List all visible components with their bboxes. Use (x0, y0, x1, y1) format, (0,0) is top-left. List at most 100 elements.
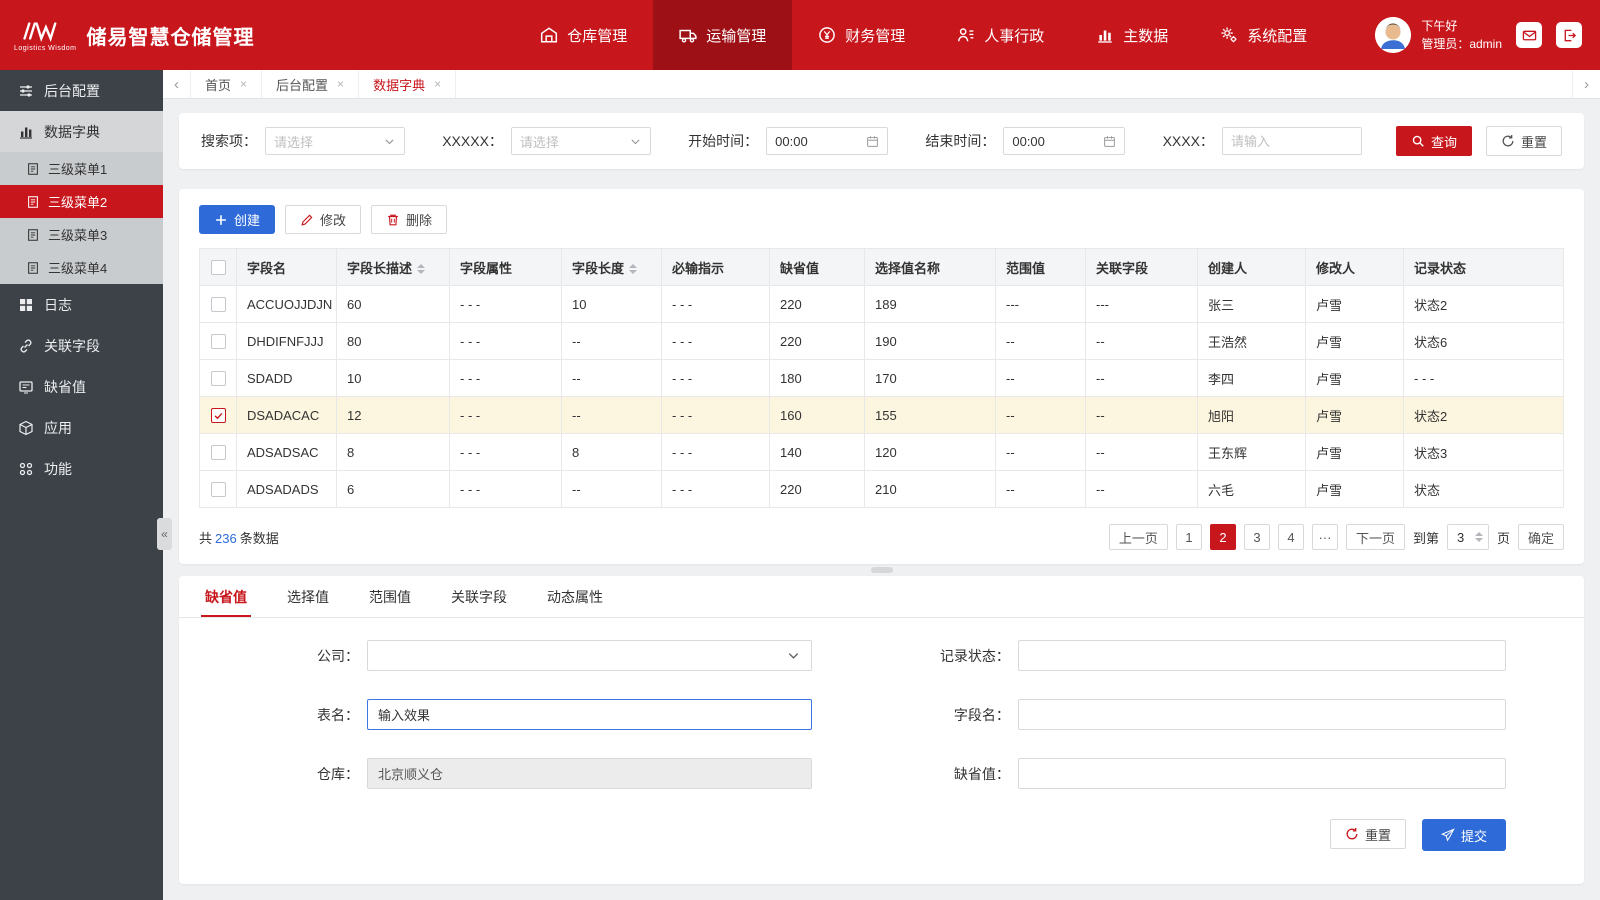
table-cell: - - - (662, 434, 770, 471)
page-button-3[interactable]: 3 (1244, 524, 1270, 550)
create-button[interactable]: 创建 (199, 205, 275, 234)
sidebar-item-label: 缺省值 (44, 377, 86, 397)
submit-button[interactable]: 提交 (1422, 819, 1506, 851)
table-row-1[interactable]: ACCUOJJDJN60- - -10- - -220189------张三卢雪… (200, 286, 1564, 323)
next-page-button[interactable]: 下一页 (1346, 524, 1405, 550)
sort-icon[interactable] (417, 264, 425, 274)
column-header-4[interactable]: 字段长度 (562, 249, 662, 286)
table-cell: DHDIFNFJJJ (237, 323, 337, 360)
row-checkbox[interactable] (211, 482, 226, 497)
spinner-icon[interactable] (1475, 532, 1483, 542)
page-button-1[interactable]: 1 (1176, 524, 1202, 550)
table-cell: -- (562, 323, 662, 360)
mail-button[interactable] (1516, 22, 1542, 48)
time-input-4[interactable]: 00:00 (1003, 127, 1125, 155)
tabs-scroll-left-icon[interactable]: ‹ (163, 70, 191, 98)
tab-3[interactable]: 数据字典× (359, 70, 456, 98)
column-header-2[interactable]: 字段长描述 (337, 249, 450, 286)
sidebar-collapse-handle[interactable]: « (157, 518, 172, 550)
circles-icon (18, 461, 34, 477)
page-ellipsis[interactable]: ··· (1312, 524, 1338, 550)
sidebar-item-2[interactable]: 数据字典 (0, 111, 163, 152)
confirm-page-button[interactable]: 确定 (1518, 524, 1564, 550)
tab-2[interactable]: 后台配置× (262, 70, 359, 98)
nav-item-label: 人事行政 (984, 25, 1044, 46)
prev-page-button[interactable]: 上一页 (1109, 524, 1168, 550)
time-input-3[interactable]: 00:00 (766, 127, 888, 155)
sidebar-subitem-1[interactable]: 三级菜单1 (0, 152, 163, 185)
pencil-icon (300, 213, 314, 227)
row-checkbox[interactable] (211, 408, 226, 423)
form-reset-button[interactable]: 重置 (1330, 819, 1406, 849)
delete-button-label: 删除 (406, 210, 432, 229)
nav-item-4[interactable]: 人事行政 (931, 0, 1070, 70)
row-checkbox[interactable] (211, 334, 226, 349)
query-button[interactable]: 查询 (1396, 126, 1472, 156)
table-row-3[interactable]: SDADD10- - ---- - -180170----李四卢雪- - - (200, 360, 1564, 397)
avatar[interactable] (1375, 17, 1411, 53)
total-prefix: 共 (199, 531, 212, 546)
detail-tab-3[interactable]: 范围值 (349, 576, 431, 617)
search-select-2[interactable]: 请选择 (511, 127, 651, 155)
edit-button[interactable]: 修改 (285, 205, 361, 234)
detail-tab-4[interactable]: 关联字段 (431, 576, 527, 617)
nav-item-1[interactable]: 仓库管理 (514, 0, 653, 70)
nav-item-6[interactable]: 系统配置 (1194, 0, 1333, 70)
sidebar-subitem-2[interactable]: 三级菜单2 (0, 185, 163, 218)
table-row-6[interactable]: ADSADADS6- - ---- - -220210----六毛卢雪状态 (200, 471, 1564, 508)
page-button-4[interactable]: 4 (1278, 524, 1304, 550)
sidebar-item-4[interactable]: 关联字段 (0, 325, 163, 366)
reset-button[interactable]: 重置 (1486, 126, 1562, 156)
table-cell: -- (996, 397, 1086, 434)
logo-subtitle: Logistics Wisdom (14, 45, 76, 52)
tab-close-icon[interactable]: × (240, 77, 247, 91)
detail-tab-2[interactable]: 选择值 (267, 576, 349, 617)
search-text-input[interactable] (1222, 127, 1362, 155)
sidebar-item-3[interactable]: 日志 (0, 284, 163, 325)
nav-item-5[interactable]: 主数据 (1070, 0, 1194, 70)
detail-tab-1[interactable]: 缺省值 (185, 576, 267, 617)
sidebar-item-5[interactable]: 缺省值 (0, 366, 163, 407)
company-select[interactable] (367, 640, 812, 671)
nav-item-2[interactable]: 运输管理 (653, 0, 792, 70)
sidebar-item-6[interactable]: 应用 (0, 407, 163, 448)
field-name-input[interactable] (1018, 699, 1506, 730)
select-all-checkbox[interactable] (211, 260, 226, 275)
tab-close-icon[interactable]: × (337, 77, 344, 91)
table-name-input[interactable] (367, 699, 812, 730)
sort-icon[interactable] (629, 264, 637, 274)
sidebar-item-7[interactable]: 功能 (0, 448, 163, 489)
app-window: Logistics Wisdom 储易智慧仓储管理 仓库管理运输管理财务管理人事… (0, 0, 1600, 900)
row-checkbox[interactable] (211, 297, 226, 312)
row-checkbox[interactable] (211, 371, 226, 386)
sidebar-subitem-4[interactable]: 三级菜单4 (0, 251, 163, 284)
table-row-5[interactable]: ADSADSAC8- - -8- - -140120----王东辉卢雪状态3 (200, 434, 1564, 471)
truck-icon (679, 26, 697, 44)
tabs-scroll-right-icon[interactable]: › (1572, 70, 1600, 98)
select-placeholder: 请选择 (274, 132, 313, 151)
nav-item-3[interactable]: 财务管理 (792, 0, 931, 70)
splitter-handle[interactable] (871, 567, 893, 573)
tab-close-icon[interactable]: × (434, 77, 441, 91)
table-row-4[interactable]: DSADACAC12- - ---- - -160155----旭阳卢雪状态2 (200, 397, 1564, 434)
table-cell: ADSADSAC (237, 434, 337, 471)
tab-1[interactable]: 首页× (191, 70, 262, 98)
row-checkbox[interactable] (211, 445, 226, 460)
search-select-1[interactable]: 请选择 (265, 127, 405, 155)
tabbar: ‹ 首页×后台配置×数据字典× › (163, 70, 1600, 99)
search-field-label: XXXX： (1163, 131, 1214, 151)
logout-button[interactable] (1556, 22, 1582, 48)
table-cell: SDADD (237, 360, 337, 397)
default-value-input[interactable] (1018, 758, 1506, 789)
detail-tab-5[interactable]: 动态属性 (527, 576, 623, 617)
record-status-input[interactable] (1018, 640, 1506, 671)
page-button-2[interactable]: 2 (1210, 524, 1236, 550)
sidebar-subitem-3[interactable]: 三级菜单3 (0, 218, 163, 251)
delete-button[interactable]: 删除 (371, 205, 447, 234)
table-row-2[interactable]: DHDIFNFJJJ80- - ---- - -220190----王浩然卢雪状… (200, 323, 1564, 360)
detail-tabs: 缺省值选择值范围值关联字段动态属性 (179, 576, 1584, 618)
goto-page-input[interactable]: 3 (1447, 524, 1489, 550)
table-name-field-row: 表名： (271, 699, 812, 730)
goto-page-value: 3 (1457, 530, 1464, 545)
sidebar-item-1[interactable]: 后台配置 (0, 70, 163, 111)
